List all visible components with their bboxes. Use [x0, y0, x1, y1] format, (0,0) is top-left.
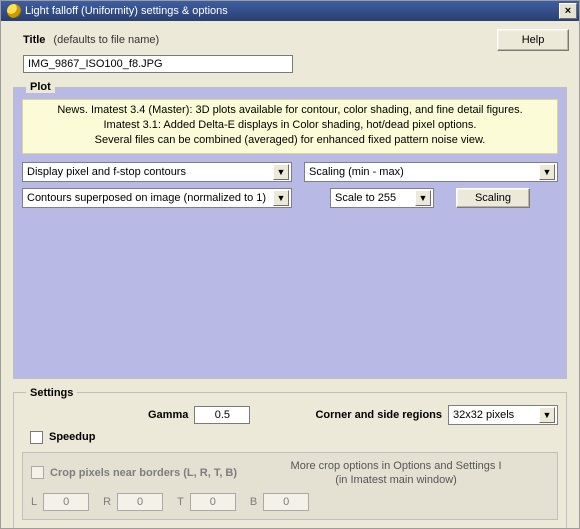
title-label: Title: [23, 34, 45, 46]
contours-select-value: Contours superposed on image (normalized…: [27, 192, 273, 204]
close-icon: ×: [565, 6, 571, 17]
crop-l-input[interactable]: [43, 493, 89, 511]
plot-row-1: Display pixel and f-stop contours ▼ Scal…: [22, 162, 558, 182]
scale-to-select[interactable]: Scale to 255 ▼: [330, 188, 434, 208]
chevron-down-icon: ▼: [539, 407, 555, 423]
crop-t-input[interactable]: [190, 493, 236, 511]
speedup-checkbox[interactable]: [30, 431, 43, 444]
crop-r-label: R: [103, 496, 111, 508]
chevron-down-icon: ▼: [273, 164, 289, 180]
crop-group: Crop pixels near borders (L, R, T, B) Mo…: [22, 452, 558, 521]
crop-title: Crop pixels near borders (L, R, T, B): [50, 467, 237, 479]
chevron-down-icon: ▼: [273, 190, 289, 206]
app-icon: [7, 4, 21, 18]
settings-legend: Settings: [26, 387, 77, 399]
crop-b-label: B: [250, 496, 257, 508]
scaling-select-value: Scaling (min - max): [309, 166, 539, 178]
scale-to-select-value: Scale to 255: [335, 192, 415, 204]
chevron-down-icon: ▼: [539, 164, 555, 180]
crop-values-row: L R T B: [31, 493, 549, 511]
close-button[interactable]: ×: [559, 3, 577, 19]
news-line-1: News. Imatest 3.4 (Master): 3D plots ava…: [27, 103, 553, 118]
scaling-select[interactable]: Scaling (min - max) ▼: [304, 162, 558, 182]
chevron-down-icon: ▼: [415, 190, 431, 206]
crop-t-label: T: [177, 496, 184, 508]
news-line-2: Imatest 3.1: Added Delta-E displays in C…: [27, 118, 553, 133]
crop-l-label: L: [31, 496, 37, 508]
news-banner: News. Imatest 3.4 (Master): 3D plots ava…: [22, 99, 558, 154]
plot-row-2: Contours superposed on image (normalized…: [22, 188, 558, 208]
title-hint: (defaults to file name): [53, 34, 159, 46]
gamma-input[interactable]: [194, 406, 250, 424]
corner-label: Corner and side regions: [315, 409, 442, 421]
dialog-window: Light falloff (Uniformity) settings & op…: [0, 0, 580, 529]
title-input[interactable]: [23, 55, 293, 73]
corner-select-value: 32x32 pixels: [453, 409, 539, 421]
crop-more-line1: More crop options in Options and Setting…: [243, 459, 549, 473]
plot-group: Plot News. Imatest 3.4 (Master): 3D plot…: [13, 81, 567, 379]
dialog-body: Title (defaults to file name) Help Plot …: [1, 21, 579, 528]
speedup-row: Speedup: [30, 431, 558, 444]
contours-select[interactable]: Contours superposed on image (normalized…: [22, 188, 292, 208]
titlebar: Light falloff (Uniformity) settings & op…: [1, 1, 579, 21]
display-select[interactable]: Display pixel and f-stop contours ▼: [22, 162, 292, 182]
crop-more-line2: (in Imatest main window): [243, 473, 549, 487]
crop-more-text: More crop options in Options and Setting…: [243, 459, 549, 488]
settings-top-row: Gamma Corner and side regions 32x32 pixe…: [22, 405, 558, 425]
corner-select[interactable]: 32x32 pixels ▼: [448, 405, 558, 425]
news-line-3: Several files can be combined (averaged)…: [27, 133, 553, 148]
crop-b-input[interactable]: [263, 493, 309, 511]
scaling-button[interactable]: Scaling: [456, 188, 530, 208]
window-title: Light falloff (Uniformity) settings & op…: [25, 5, 559, 17]
speedup-label: Speedup: [49, 431, 95, 443]
title-row: Title (defaults to file name) Help: [11, 29, 569, 51]
crop-title-row: Crop pixels near borders (L, R, T, B) Mo…: [31, 459, 549, 488]
help-button[interactable]: Help: [497, 29, 569, 51]
settings-group: Settings Gamma Corner and side regions 3…: [13, 387, 567, 528]
gamma-label: Gamma: [148, 409, 188, 421]
display-select-value: Display pixel and f-stop contours: [27, 166, 273, 178]
crop-checkbox[interactable]: [31, 466, 44, 479]
plot-empty-area: [22, 214, 558, 370]
plot-legend: Plot: [26, 81, 55, 93]
crop-r-input[interactable]: [117, 493, 163, 511]
